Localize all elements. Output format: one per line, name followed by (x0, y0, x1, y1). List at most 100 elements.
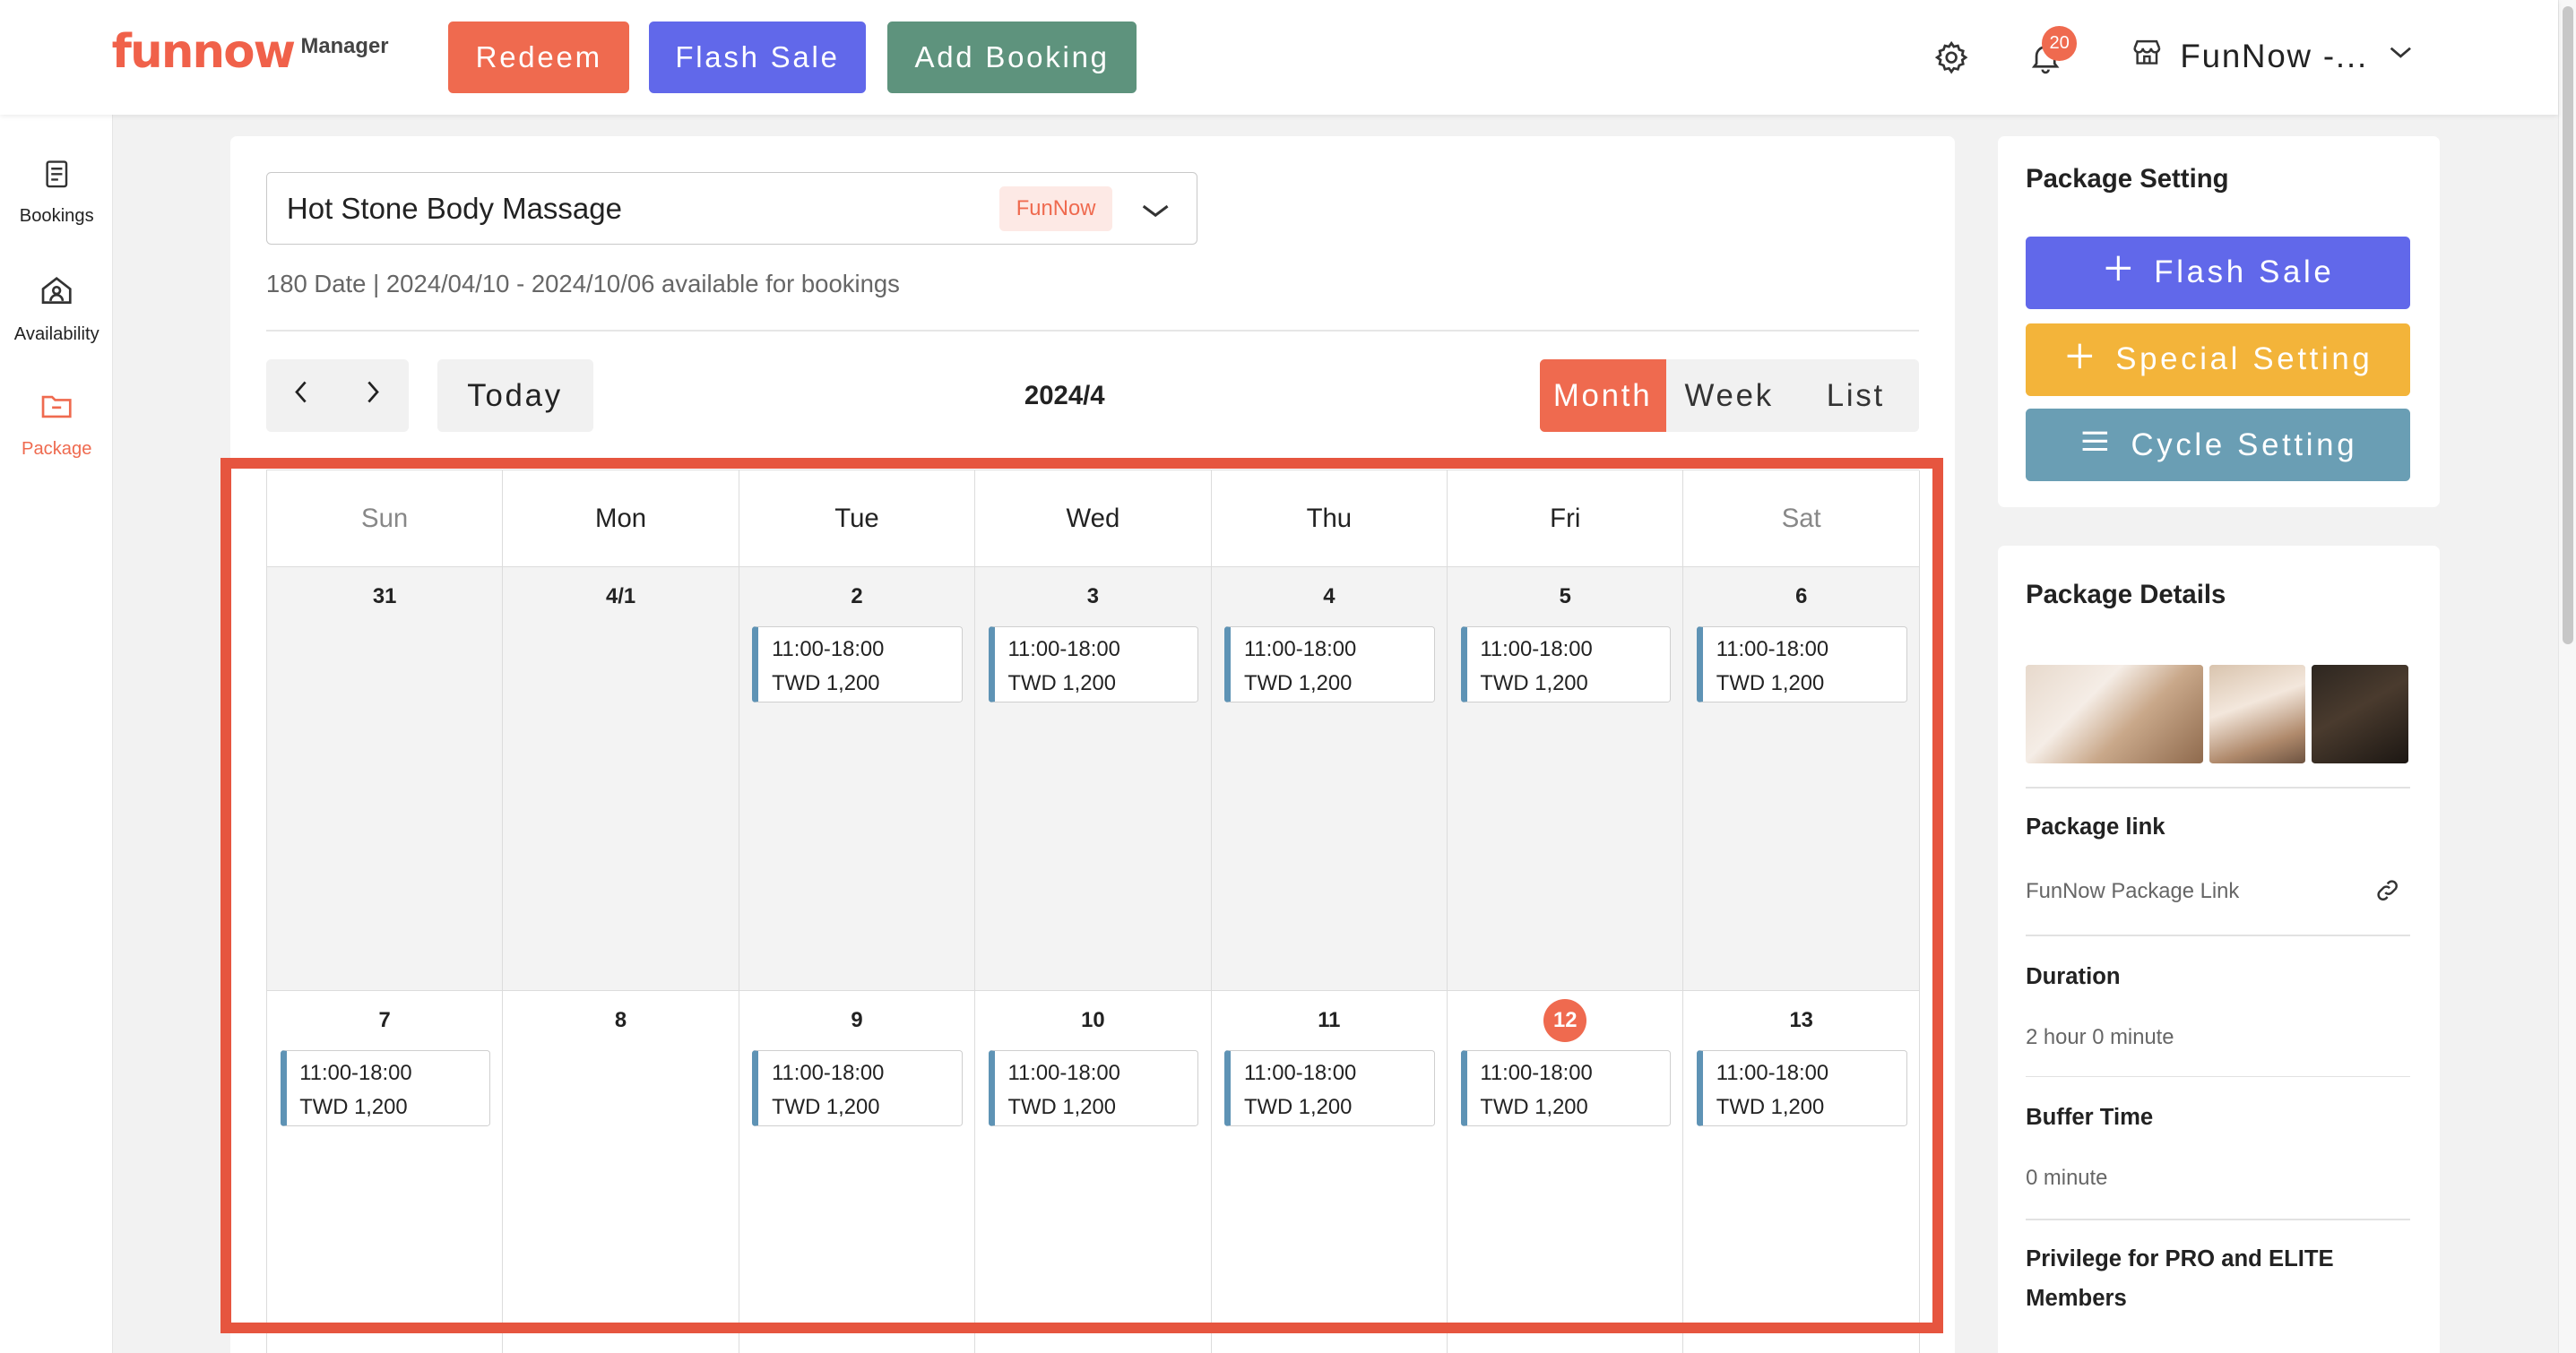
sidebar-item-label: Bookings (19, 205, 94, 226)
availability-text: 180 Date | 2024/04/10 - 2024/10/06 avail… (265, 269, 900, 297)
cycle-setting-label: Cycle Setting (2131, 427, 2358, 462)
link-icon[interactable] (2374, 877, 2400, 910)
cycle-setting-button[interactable]: Cycle Setting (2026, 409, 2410, 482)
scrollbar-thumb[interactable] (2562, 6, 2574, 644)
calendar-day-cell[interactable]: 7 11:00-18:00 TWD 1,200 (266, 991, 503, 1353)
calendar-day-cell[interactable]: 3 11:00-18:00 TWD 1,200 (975, 567, 1211, 992)
slot-price: TWD 1,200 (1480, 1095, 1588, 1120)
view-switcher: Month Week List (1539, 359, 1919, 433)
date-number: 10 (1081, 1007, 1105, 1032)
month-calendar: Sun 31 7 11:00-18:00 TWD 1,200 Mon 4/1 8 Tue 2 11:… (265, 470, 1920, 1353)
package-setting-panel: Package Setting Flash Sale Special Setti… (1997, 136, 2440, 508)
today-date-number: 12 (1543, 999, 1587, 1043)
package-photo[interactable] (2026, 665, 2204, 764)
duration-label: Duration (2026, 963, 2121, 989)
date-number: 4/1 (606, 583, 636, 608)
store-selector[interactable]: FunNow -... (2131, 36, 2417, 76)
package-link-value[interactable]: FunNow Package Link (2026, 879, 2239, 904)
calendar-day-cell[interactable]: 4 11:00-18:00 TWD 1,200 (1211, 567, 1448, 992)
view-month-button[interactable]: Month (1539, 359, 1666, 433)
slot-price: TWD 1,200 (1007, 1095, 1116, 1120)
sidebar-item-availability[interactable]: Availability (0, 272, 113, 344)
plus-icon (2102, 252, 2135, 293)
prev-month-button[interactable] (266, 359, 337, 432)
slot-time: 11:00-18:00 (1243, 636, 1357, 661)
calendar-day-cell[interactable]: 10 11:00-18:00 TWD 1,200 (975, 991, 1211, 1353)
calendar-day-cell[interactable]: 11 11:00-18:00 TWD 1,200 (1211, 991, 1448, 1353)
calendar-column: Tue 2 11:00-18:00 TWD 1,200 9 11:00-18:00 TWD … (739, 470, 976, 1353)
today-button[interactable]: Today (437, 359, 593, 433)
divider (265, 330, 1919, 332)
calendar-day-cell[interactable]: 2 11:00-18:00 TWD 1,200 (739, 567, 975, 992)
date-number: 5 (1559, 583, 1571, 608)
weekday-header: Mon (503, 470, 739, 568)
chevron-left-icon (287, 377, 316, 414)
menu-icon (2079, 425, 2112, 466)
person-house-icon (39, 272, 74, 314)
view-week-button[interactable]: Week (1666, 359, 1793, 432)
date-number: 4 (1323, 583, 1336, 608)
buffer-time-value: 0 minute (2026, 1166, 2108, 1191)
calendar-day-cell[interactable]: 6 11:00-18:00 TWD 1,200 (1683, 567, 1919, 992)
special-setting-label: Special Setting (2115, 341, 2373, 377)
calendar-day-cell[interactable]: 12 11:00-18:00 TWD 1,200 (1448, 991, 1683, 1353)
calendar-day-cell[interactable]: 9 11:00-18:00 TWD 1,200 (739, 991, 975, 1353)
funnow-logo[interactable]: funnow Manager (111, 24, 389, 79)
time-slot-event[interactable]: 11:00-18:00 TWD 1,200 (988, 626, 1199, 702)
calendar-column: Wed 3 11:00-18:00 TWD 1,200 10 11:00-18:00 TWD… (975, 470, 1212, 1353)
date-number: 11 (1318, 1007, 1341, 1032)
funnow-tag: FunNow (999, 186, 1112, 231)
plus-icon (2063, 340, 2096, 381)
calendar-day-cell[interactable]: 5 11:00-18:00 TWD 1,200 (1448, 567, 1683, 992)
slot-price: TWD 1,200 (772, 1095, 880, 1120)
weekday-header: Sun (266, 470, 503, 568)
slot-price: TWD 1,200 (1480, 671, 1588, 696)
package-details-panel: Package Details Package link FunNow Pack… (1997, 545, 2440, 1353)
slot-price: TWD 1,200 (1716, 671, 1825, 696)
slot-time: 11:00-18:00 (1007, 1060, 1120, 1085)
view-list-button[interactable]: List (1793, 359, 1919, 432)
gear-icon[interactable] (1931, 36, 1974, 79)
add-booking-button[interactable]: Add Booking (886, 21, 1137, 94)
time-slot-event[interactable]: 11:00-18:00 TWD 1,200 (752, 626, 964, 702)
calendar-day-cell[interactable]: 4/1 (503, 567, 739, 992)
slot-price: TWD 1,200 (299, 1095, 408, 1120)
package-photo[interactable] (2312, 665, 2409, 764)
chevron-down-icon (2384, 36, 2417, 76)
add-flash-sale-button[interactable]: Flash Sale (2026, 236, 2410, 309)
store-name: FunNow -... (2180, 37, 2368, 74)
time-slot-event[interactable]: 11:00-18:00 TWD 1,200 (1224, 1050, 1435, 1126)
add-flash-sale-label: Flash Sale (2154, 254, 2335, 290)
calendar-day-cell[interactable]: 13 11:00-18:00 TWD 1,200 (1683, 991, 1919, 1353)
time-slot-event[interactable]: 11:00-18:00 TWD 1,200 (988, 1050, 1199, 1126)
time-slot-event[interactable]: 11:00-18:00 TWD 1,200 (1697, 626, 1907, 702)
slot-time: 11:00-18:00 (1007, 636, 1120, 661)
redeem-button[interactable]: Redeem (448, 21, 630, 94)
date-number: 31 (372, 583, 397, 608)
calendar-day-cell[interactable]: 8 (503, 991, 739, 1353)
page-scrollbar[interactable] (2557, 0, 2576, 1353)
package-link-label: Package link (2026, 814, 2165, 840)
package-photo[interactable] (2209, 665, 2305, 764)
time-slot-event[interactable]: 11:00-18:00 TWD 1,200 (752, 1050, 964, 1126)
slot-time: 11:00-18:00 (772, 1060, 885, 1085)
time-slot-event[interactable]: 11:00-18:00 TWD 1,200 (1697, 1050, 1907, 1126)
calendar-column: Thu 4 11:00-18:00 TWD 1,200 11 11:00-18:00 TWD… (1211, 470, 1448, 1353)
time-slot-event[interactable]: 11:00-18:00 TWD 1,200 (1460, 1050, 1672, 1126)
sidebar-item-package[interactable]: Package (0, 388, 113, 460)
logo-text: funnow (111, 24, 296, 79)
next-month-button[interactable] (337, 359, 408, 432)
sidebar-item-bookings[interactable]: Bookings (0, 158, 113, 227)
time-slot-event[interactable]: 11:00-18:00 TWD 1,200 (280, 1050, 491, 1126)
divider (2026, 934, 2410, 936)
divider (2026, 1075, 2410, 1078)
package-select[interactable]: Hot Stone Body Massage FunNow (265, 172, 1198, 246)
logo-subtitle: Manager (300, 33, 389, 58)
time-slot-event[interactable]: 11:00-18:00 TWD 1,200 (1224, 626, 1435, 702)
package-select-value: Hot Stone Body Massage (286, 191, 622, 225)
flash-sale-button[interactable]: Flash Sale (649, 21, 866, 94)
add-special-setting-button[interactable]: Special Setting (2026, 323, 2410, 396)
date-number: 7 (378, 1007, 391, 1032)
time-slot-event[interactable]: 11:00-18:00 TWD 1,200 (1460, 626, 1672, 702)
calendar-day-cell[interactable]: 31 (266, 567, 503, 992)
